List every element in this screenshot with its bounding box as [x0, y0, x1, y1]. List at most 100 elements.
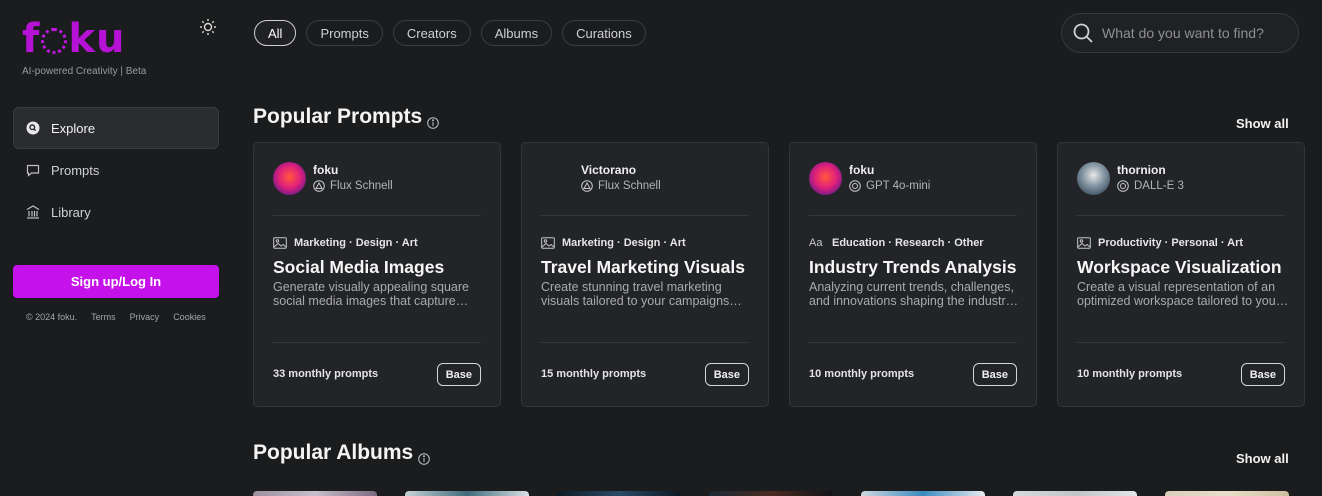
prompt-card[interactable]: foku Flux Schnell Marketing · Design · A… — [253, 142, 501, 407]
avatar[interactable] — [1077, 162, 1110, 195]
divider — [273, 342, 481, 343]
sidebar-item-library[interactable]: Library — [13, 191, 219, 233]
prompt-title[interactable]: Travel Marketing Visuals — [541, 257, 745, 278]
album-thumbnail[interactable] — [557, 491, 681, 496]
tier-badge: Base — [704, 363, 749, 386]
tab-all[interactable]: All — [254, 20, 297, 46]
signup-login-button[interactable]: Sign up/Log In — [13, 265, 219, 298]
divider — [1077, 215, 1285, 216]
album-thumbnail[interactable] — [861, 491, 985, 496]
prompt-title[interactable]: Social Media Images — [273, 257, 444, 278]
logo-ring-icon — [41, 28, 68, 54]
search-icon[interactable] — [1072, 22, 1094, 44]
explore-icon — [25, 120, 41, 136]
sidebar-footer: © 2024 foku. Terms Privacy Cookies — [26, 312, 206, 322]
terms-link[interactable]: Terms — [91, 312, 116, 322]
author-name[interactable]: foku — [313, 163, 338, 177]
sidebar-item-explore[interactable]: Explore — [13, 107, 219, 149]
openai-model-icon — [849, 180, 861, 192]
prompt-description: Create stunning travel marketing visuals… — [541, 280, 730, 308]
section-title: Popular Albums — [253, 441, 414, 464]
sidebar-item-prompts[interactable]: Prompts — [13, 149, 219, 191]
popular-albums-heading: Popular Albums — [253, 441, 431, 465]
album-thumbnail[interactable] — [253, 491, 377, 496]
album-thumbnails — [253, 491, 1289, 496]
divider — [1077, 342, 1285, 343]
categories: Marketing · Design · Art — [562, 237, 686, 249]
tab-curations[interactable]: Curations — [562, 20, 646, 46]
sidebar-nav: Explore Prompts Library — [13, 107, 219, 233]
monthly-prompts-count: 33 monthly prompts — [273, 368, 379, 380]
categories: Productivity · Personal · Art — [1098, 237, 1244, 249]
model-name: Flux Schnell — [598, 180, 661, 192]
divider — [541, 342, 749, 343]
tab-prompts[interactable]: Prompts — [306, 20, 383, 46]
text-icon: Aa — [809, 237, 823, 249]
info-icon[interactable] — [418, 447, 431, 465]
prompt-title[interactable]: Industry Trends Analysis — [809, 257, 1016, 278]
avatar[interactable] — [809, 162, 842, 195]
tab-albums[interactable]: Albums — [480, 20, 553, 46]
model-label: GPT 4o-mini — [849, 180, 930, 192]
image-icon — [273, 237, 287, 249]
model-name: GPT 4o-mini — [866, 180, 931, 192]
avatar[interactable] — [273, 162, 306, 195]
cookies-link[interactable]: Cookies — [173, 312, 206, 322]
model-label: Flux Schnell — [581, 180, 661, 192]
tier-badge: Base — [1240, 363, 1285, 386]
avatar[interactable] — [541, 162, 574, 195]
author-name[interactable]: Victorano — [581, 163, 636, 177]
prompt-card[interactable]: thornion DALL-E 3 Productivity · Persona… — [1057, 142, 1305, 407]
logo-letter-f: f — [22, 16, 41, 62]
divider — [809, 342, 1017, 343]
categories: Marketing · Design · Art — [294, 237, 418, 249]
album-thumbnail[interactable] — [1013, 491, 1137, 496]
chat-bubble-icon — [25, 162, 41, 178]
filter-tabs: All Prompts Creators Albums Curations — [254, 20, 646, 46]
foku-logo[interactable]: f ku — [22, 18, 125, 60]
prompt-card[interactable]: foku GPT 4o-mini Aa Education · Research… — [789, 142, 1037, 407]
info-icon[interactable] — [427, 111, 440, 129]
author-name[interactable]: foku — [849, 163, 874, 177]
prompt-card[interactable]: Victorano Flux Schnell Marketing · Desig… — [521, 142, 769, 407]
category-list: Marketing · Design · Art — [541, 237, 686, 249]
sidebar-item-label: Library — [51, 204, 91, 220]
tier-badge: Base — [972, 363, 1017, 386]
tagline: AI-powered Creativity | Beta — [22, 66, 147, 77]
monthly-prompts-count: 15 monthly prompts — [541, 368, 647, 380]
author-name[interactable]: thornion — [1117, 163, 1166, 177]
model-label: DALL-E 3 — [1117, 180, 1184, 192]
library-icon — [25, 204, 41, 220]
model-label: Flux Schnell — [313, 180, 393, 192]
search-box — [1061, 13, 1299, 53]
album-thumbnail[interactable] — [709, 491, 833, 496]
sidebar-item-label: Explore — [51, 120, 96, 136]
categories: Education · Research · Other — [832, 237, 984, 249]
prompt-description: Analyzing current trends, challenges, an… — [809, 280, 1014, 308]
monthly-prompts-count: 10 monthly prompts — [809, 368, 915, 380]
divider — [273, 215, 481, 216]
sidebar: f ku AI-powered Creativity | Beta Explore… — [0, 0, 232, 496]
image-icon — [541, 237, 555, 249]
prompt-description: Create a visual representation of an opt… — [1077, 280, 1280, 308]
tier-badge: Base — [436, 363, 481, 386]
prompt-description: Generate visually appealing square socia… — [273, 280, 469, 308]
monthly-prompts-count: 10 monthly prompts — [1077, 368, 1183, 380]
divider — [809, 215, 1017, 216]
album-thumbnail[interactable] — [1165, 491, 1289, 496]
privacy-link[interactable]: Privacy — [130, 312, 160, 322]
category-list: Productivity · Personal · Art — [1077, 237, 1243, 249]
popular-prompts-heading: Popular Prompts — [253, 105, 440, 129]
show-all-prompts-link[interactable]: Show all — [1236, 116, 1289, 131]
flux-model-icon — [581, 180, 593, 192]
sun-icon[interactable] — [199, 18, 217, 36]
section-title: Popular Prompts — [253, 105, 423, 128]
tab-creators[interactable]: Creators — [392, 20, 471, 46]
search-input[interactable] — [1102, 25, 1282, 41]
show-all-albums-link[interactable]: Show all — [1236, 451, 1289, 466]
prompt-title[interactable]: Workspace Visualization — [1077, 257, 1282, 278]
album-thumbnail[interactable] — [405, 491, 529, 496]
openai-model-icon — [1117, 180, 1129, 192]
flux-model-icon — [313, 180, 325, 192]
image-icon — [1077, 237, 1091, 249]
